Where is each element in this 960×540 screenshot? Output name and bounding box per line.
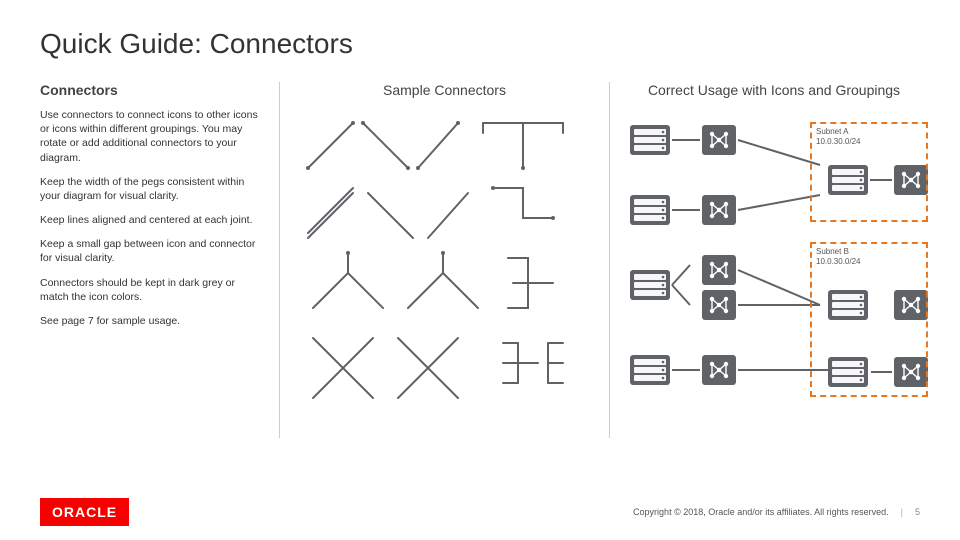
network-icon bbox=[702, 290, 736, 320]
network-icon bbox=[702, 195, 736, 225]
left-p3: Keep lines aligned and centered at each … bbox=[40, 213, 261, 227]
copyright-line: Copyright © 2018, Oracle and/or its affi… bbox=[633, 507, 920, 517]
left-body: Use connectors to connect icons to other… bbox=[40, 108, 261, 328]
left-p6: See page 7 for sample usage. bbox=[40, 314, 261, 328]
left-p1: Use connectors to connect icons to other… bbox=[40, 108, 261, 165]
left-p2: Keep the width of the pegs consistent wi… bbox=[40, 175, 261, 203]
left-p5: Connectors should be kept in dark grey o… bbox=[40, 276, 261, 304]
sample-connectors-diagram bbox=[298, 108, 588, 438]
network-icon bbox=[702, 125, 736, 155]
column-sample-connectors: Sample Connectors bbox=[280, 82, 610, 438]
network-icon bbox=[702, 355, 736, 385]
right-heading: Correct Usage with Icons and Groupings bbox=[628, 82, 920, 98]
column-correct-usage: Correct Usage with Icons and Groupings bbox=[610, 82, 920, 438]
subnet-a-cidr: 10.0.30.0/24 bbox=[816, 137, 922, 147]
content-columns: Connectors Use connectors to connect ico… bbox=[40, 82, 920, 438]
page-title: Quick Guide: Connectors bbox=[40, 28, 920, 60]
server-icon bbox=[630, 270, 670, 300]
page-number: 5 bbox=[915, 507, 920, 517]
subnet-b-box: Subnet B 10.0.30.0/24 bbox=[810, 242, 928, 397]
column-connectors-text: Connectors Use connectors to connect ico… bbox=[40, 82, 280, 438]
subnet-a-name: Subnet A bbox=[816, 127, 922, 137]
mid-heading: Sample Connectors bbox=[298, 82, 591, 98]
footer: ORACLE Copyright © 2018, Oracle and/or i… bbox=[0, 498, 960, 526]
subnet-a-box: Subnet A 10.0.30.0/24 bbox=[810, 122, 928, 222]
network-icon bbox=[702, 255, 736, 285]
left-p4: Keep a small gap between icon and connec… bbox=[40, 237, 261, 265]
copyright-text: Copyright © 2018, Oracle and/or its affi… bbox=[633, 507, 889, 517]
server-icon bbox=[630, 125, 670, 155]
left-heading: Connectors bbox=[40, 82, 261, 98]
server-icon bbox=[630, 355, 670, 385]
oracle-logo: ORACLE bbox=[40, 498, 129, 526]
subnet-b-name: Subnet B bbox=[816, 247, 922, 257]
footer-separator: | bbox=[901, 507, 903, 517]
subnet-b-cidr: 10.0.30.0/24 bbox=[816, 257, 922, 267]
server-icon bbox=[630, 195, 670, 225]
